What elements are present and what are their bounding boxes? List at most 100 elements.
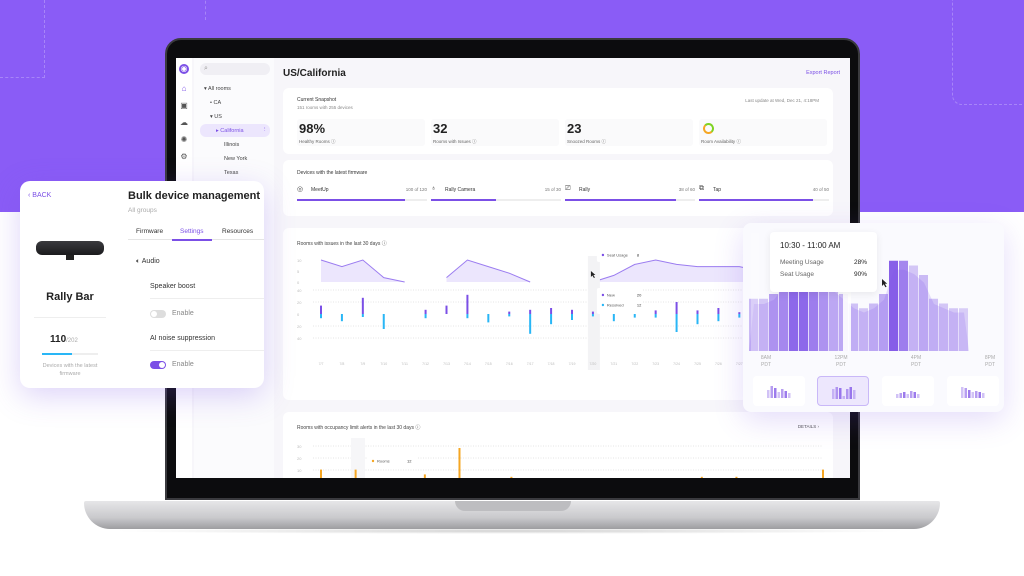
cloud-icon[interactable]: ☁ <box>179 118 189 128</box>
tooltip-label: Seat Usage <box>607 253 629 258</box>
stat-healthy-rooms[interactable]: 98% Healthy Rooms ⓘ <box>297 119 425 146</box>
bar-occupancy <box>458 448 461 478</box>
bar-resolved <box>466 314 469 319</box>
bar-new <box>445 305 448 314</box>
insights-icon[interactable]: ✺ <box>179 135 189 145</box>
tree-item-illinois[interactable]: Illinois <box>224 142 239 148</box>
bar-new <box>675 302 678 314</box>
more-options-icon[interactable]: ⋮ <box>262 127 268 133</box>
mini-bar <box>903 392 906 398</box>
bar-resolved <box>612 314 615 322</box>
mini-chart-1[interactable] <box>753 376 805 406</box>
tab-settings[interactable]: Settings <box>180 228 204 235</box>
bar-occupancy <box>320 469 322 478</box>
device-count: 110/202 <box>50 334 78 345</box>
mini-bar <box>832 389 835 399</box>
bar-new <box>466 294 469 314</box>
bar-resolved <box>654 314 657 318</box>
tooltip-label: Rooms <box>377 459 390 464</box>
y-tick-label: 0 <box>297 280 300 285</box>
usage-bar <box>759 298 768 351</box>
mini-chart-4[interactable] <box>947 376 999 406</box>
bar-new <box>550 308 553 314</box>
logo-icon[interactable]: ◉ <box>179 64 189 74</box>
back-button[interactable]: ‹ BACK <box>28 192 51 199</box>
laptop-notch <box>455 501 571 511</box>
bar-resolved <box>487 314 490 323</box>
bar-resolved <box>340 314 343 322</box>
bar-resolved <box>675 314 678 332</box>
x-label-8pm: 8PM PDT <box>984 355 996 368</box>
firmware-progress-bar <box>42 353 98 355</box>
highlight-column <box>751 233 759 351</box>
tree-item-new-york[interactable]: New York <box>224 156 247 162</box>
bar-new <box>696 310 699 314</box>
bar-resolved <box>382 314 385 329</box>
tooltip-time: 10:30 - 11:00 AM <box>780 241 841 250</box>
stat-snoozed-rooms[interactable]: 23 Snoozed Rooms ⓘ <box>565 119 693 146</box>
bar-resolved <box>696 314 699 325</box>
decor-dash <box>952 0 1024 105</box>
tooltip-value: 20 <box>637 293 642 298</box>
mini-bar <box>906 394 909 398</box>
home-icon[interactable]: ⌂ <box>179 84 189 94</box>
progress-bar <box>297 199 427 201</box>
tree-item-all-rooms[interactable]: ▾ All rooms <box>204 86 231 92</box>
x-tick-label: 7/11 <box>401 362 408 366</box>
progress-label: Devices with the latest firmware <box>42 363 98 377</box>
usage-bar <box>869 303 878 351</box>
bar-new <box>361 297 364 314</box>
bar-new <box>529 309 532 314</box>
noise-suppression-toggle[interactable] <box>150 361 166 369</box>
y-tick-label: 40 <box>297 336 302 341</box>
firmware-card: Devices with the latest firmware ◎ MeetU… <box>283 160 833 216</box>
mini-bar <box>961 387 964 398</box>
usage-bar <box>899 260 908 351</box>
stat-room-availability[interactable]: Room Availability ⓘ <box>699 119 827 146</box>
settings-icon[interactable]: ⚙ <box>179 152 189 162</box>
stat-rooms-with-issues[interactable]: 32 Rooms with Issues ⓘ <box>431 119 559 146</box>
tree-item-ca[interactable]: • CA <box>210 100 221 106</box>
speaker-boost-toggle[interactable] <box>150 310 166 318</box>
mini-bar <box>975 391 978 398</box>
search-icon: ⌕ <box>204 65 208 72</box>
export-report-link[interactable]: Export Report <box>806 70 840 76</box>
x-tick-label: 7/15 <box>485 362 492 366</box>
bar-new <box>738 312 741 314</box>
divider <box>150 298 264 299</box>
progress-bar <box>565 199 695 201</box>
tab-firmware[interactable]: Firmware <box>136 228 163 235</box>
y-tick-label: 10 <box>297 258 302 263</box>
speaker-boost-enable-label: Enable <box>172 310 194 317</box>
tooltip-dot <box>601 293 605 297</box>
bar-resolved <box>361 314 364 317</box>
device-name: Rally Bar <box>46 291 94 303</box>
usage-card: 10:30 - 11:00 AM Meeting Usage 28% Seat … <box>743 223 1004 412</box>
tap-icon: ⧉ <box>699 185 704 192</box>
mini-bar <box>770 386 773 398</box>
tab-resources[interactable]: Resources <box>222 228 253 235</box>
meetup-icon: ◎ <box>297 186 304 193</box>
x-tick-label: 7/27 <box>736 362 743 366</box>
mini-chart-2[interactable] <box>817 376 869 406</box>
tree-item-us[interactable]: ▾ US <box>210 114 222 120</box>
rooms-icon[interactable]: ▣ <box>179 101 189 111</box>
mini-chart-3[interactable] <box>882 376 934 406</box>
x-tick-label: 7/9 <box>360 362 365 366</box>
rally-bar-stand <box>66 255 74 260</box>
mini-bar <box>774 388 777 398</box>
search-input[interactable]: ⌕ <box>200 63 270 75</box>
info-icon: ⓘ <box>331 139 336 144</box>
occupancy-chart: 30 20 10 Rooms 12 <box>297 438 824 478</box>
x-tick-label: 7/20 <box>590 362 597 366</box>
tree-item-texas[interactable]: Texas <box>224 170 238 176</box>
x-tick-label: 7/22 <box>631 362 638 366</box>
mouse-cursor-icon <box>882 279 888 288</box>
decor-dash <box>0 0 45 78</box>
bar-occupancy <box>423 474 426 478</box>
x-tick-label: 7/25 <box>694 362 701 366</box>
y-tick-label: 20 <box>297 300 302 305</box>
tree-item-california[interactable]: ▸ California <box>216 128 244 134</box>
bulk-title: Bulk device management <box>128 190 261 202</box>
bar-resolved <box>508 314 511 317</box>
